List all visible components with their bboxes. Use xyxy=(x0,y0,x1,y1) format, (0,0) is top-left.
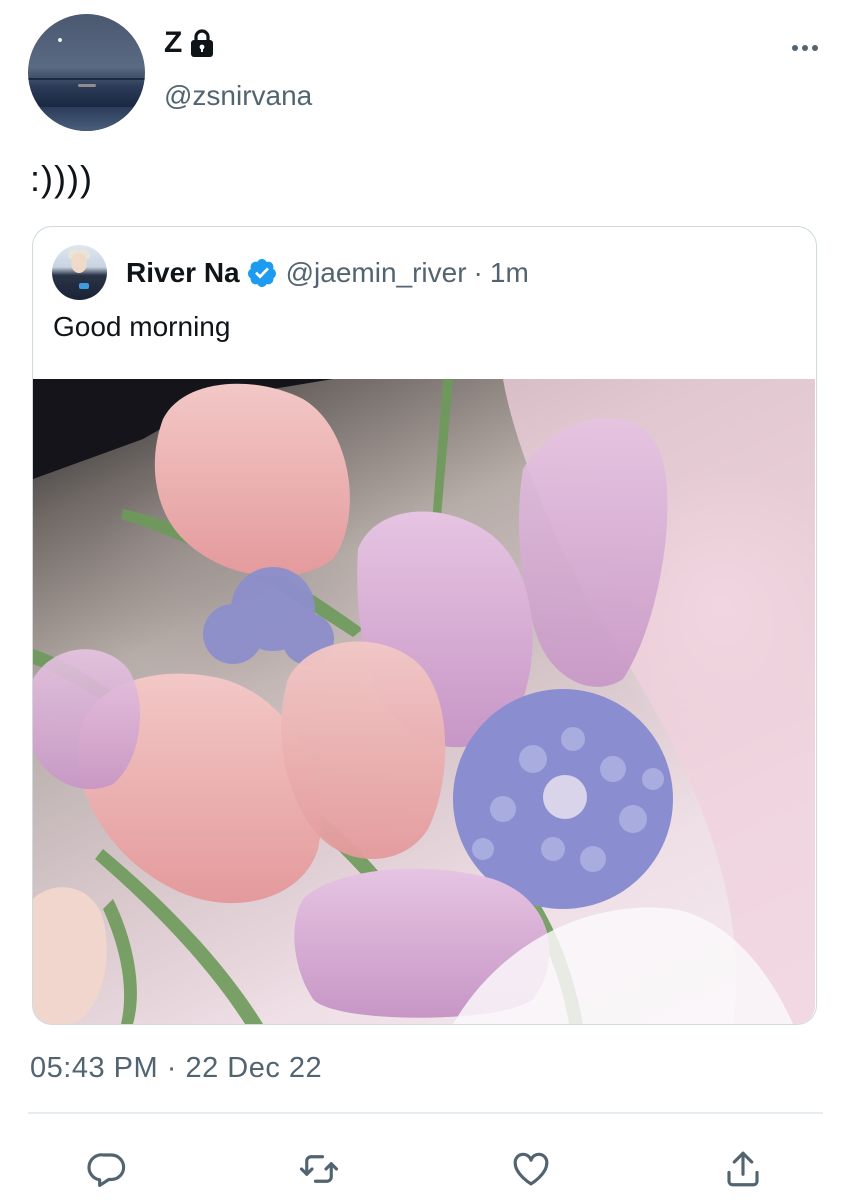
tulip-bouquet-illustration xyxy=(33,379,815,1024)
quoted-header: River Na @jaemin_river · 1m xyxy=(126,257,529,289)
retweet-icon xyxy=(299,1155,339,1183)
share-button[interactable] xyxy=(720,1146,766,1192)
author-name-row[interactable]: Z xyxy=(164,26,215,60)
avatar-badge xyxy=(79,283,89,289)
quoted-author-avatar[interactable] xyxy=(52,245,107,300)
verified-badge-icon xyxy=(247,259,276,287)
quoted-author-handle[interactable]: @jaemin_river xyxy=(286,257,467,289)
timestamp-separator: · xyxy=(166,1052,177,1084)
separator-dot: · xyxy=(473,257,483,288)
horizon xyxy=(28,78,145,80)
like-icon xyxy=(513,1152,549,1186)
divider xyxy=(28,1112,823,1114)
tweet-timestamp[interactable]: 05:43 PM · 22 Dec 22 xyxy=(30,1052,322,1085)
quoted-tweet[interactable]: River Na @jaemin_river · 1m Good morning xyxy=(32,226,817,1025)
quoted-media-photo[interactable] xyxy=(33,379,815,1024)
moon-reflection xyxy=(78,84,96,87)
tweet-date: 22 Dec 22 xyxy=(185,1052,323,1084)
author-avatar[interactable] xyxy=(28,14,145,131)
lock-icon xyxy=(191,29,214,57)
share-icon xyxy=(727,1151,759,1187)
avatar-face xyxy=(71,253,87,273)
reply-icon xyxy=(87,1153,126,1188)
tweet-text: :)))) xyxy=(30,158,93,199)
quoted-text: Good morning xyxy=(53,311,231,342)
quoted-time[interactable]: 1m xyxy=(490,257,529,289)
quoted-author-name[interactable]: River Na xyxy=(126,257,240,289)
shore xyxy=(28,107,145,131)
more-options-icon[interactable] xyxy=(791,38,819,58)
tweet-time: 05:43 PM xyxy=(30,1052,159,1084)
reply-button[interactable] xyxy=(84,1146,130,1192)
moon xyxy=(58,38,62,42)
like-button[interactable] xyxy=(508,1146,554,1192)
author-handle[interactable]: @zsnirvana xyxy=(164,80,312,112)
author-display-name[interactable]: Z xyxy=(164,26,183,60)
retweet-button[interactable] xyxy=(296,1146,342,1192)
